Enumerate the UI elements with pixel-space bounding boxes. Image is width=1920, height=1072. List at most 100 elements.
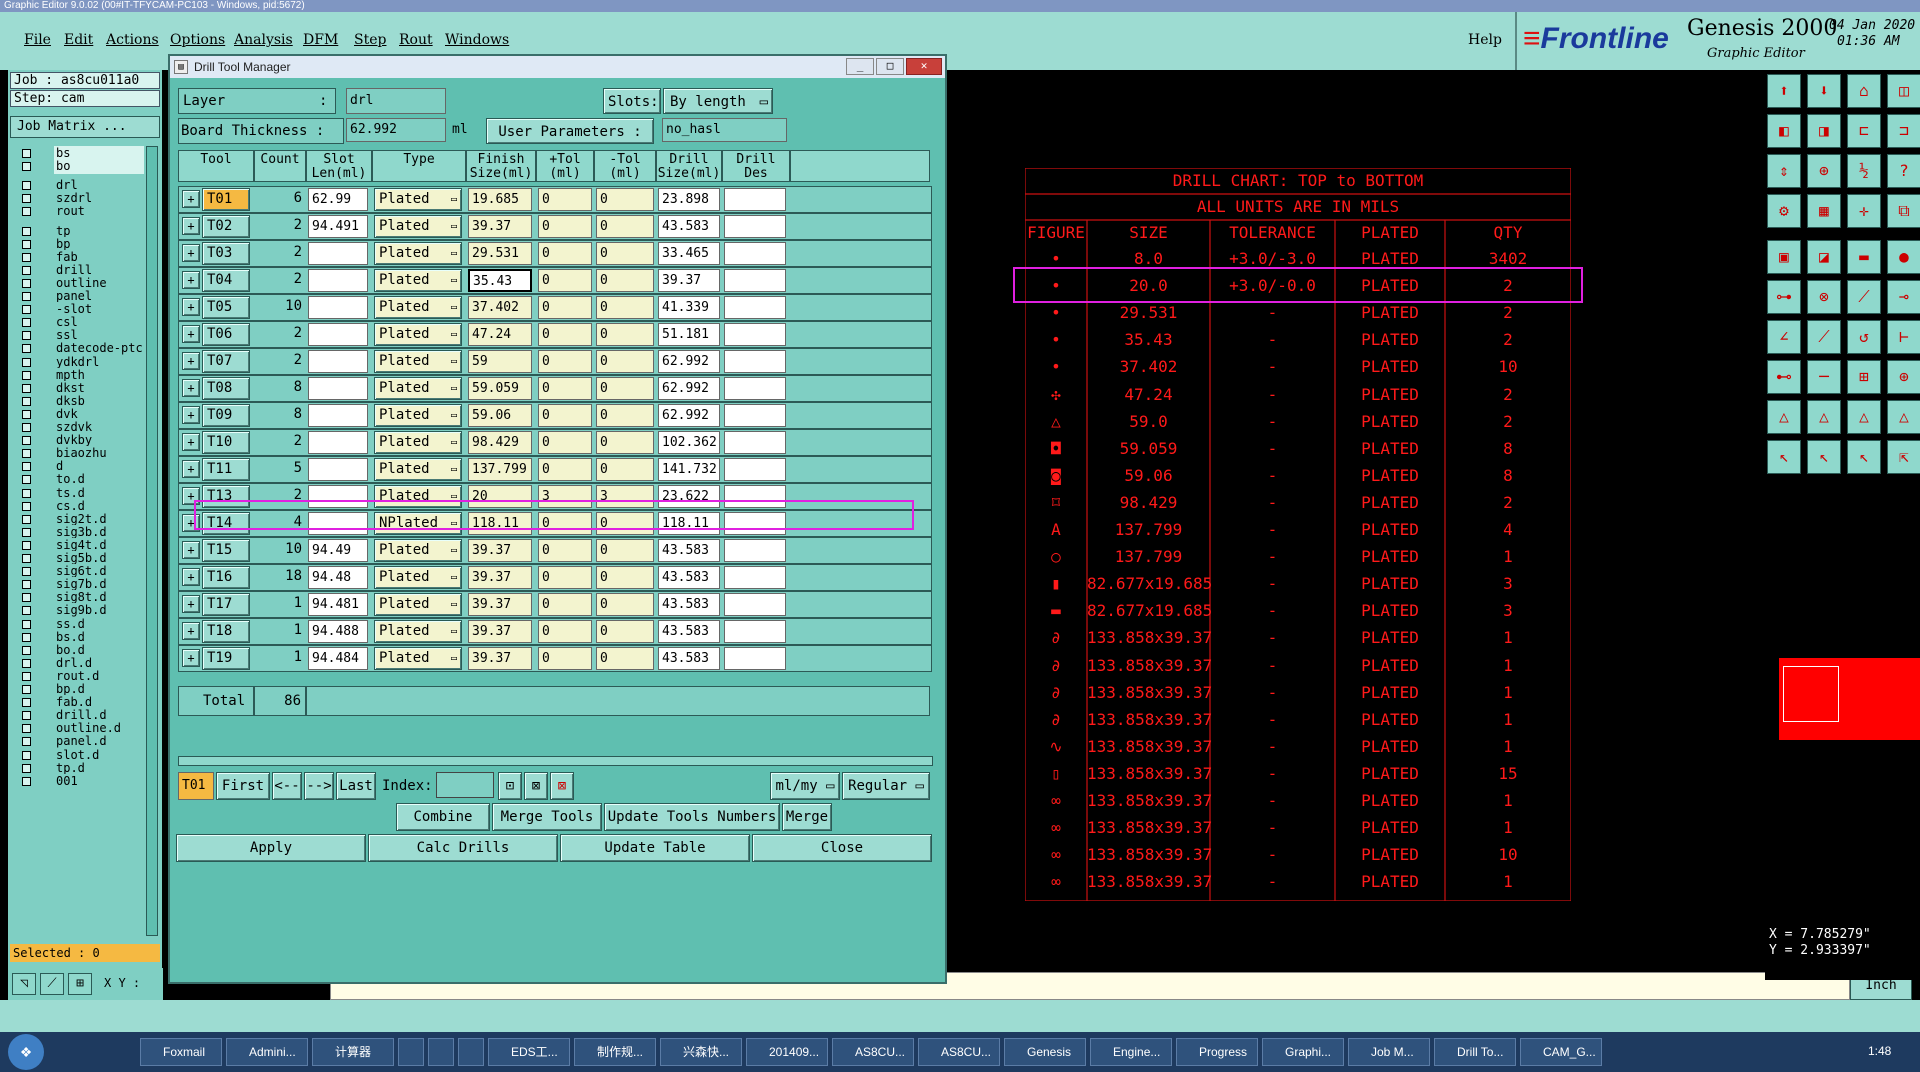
expand-icon[interactable]: +	[182, 622, 200, 640]
type-dropdown[interactable]: Plated ▭	[374, 377, 462, 400]
measure-icon[interactable]: ⟋	[40, 973, 64, 995]
taskbar-item[interactable]: AS8CU...	[832, 1038, 914, 1066]
layer-checkbox[interactable]	[22, 305, 31, 315]
tool-button-icon[interactable]: ▣	[1767, 240, 1801, 274]
minus-tol-field[interactable]: 0	[596, 647, 654, 670]
menu-actions[interactable]: Actions	[106, 32, 159, 48]
tool-button-icon[interactable]: ↖	[1767, 440, 1801, 474]
menu-file[interactable]: File	[24, 32, 51, 48]
slot-length-field[interactable]	[308, 404, 368, 427]
tool-button-icon[interactable]: ◫	[1887, 74, 1920, 108]
tool-button[interactable]: T19	[202, 647, 250, 670]
type-dropdown[interactable]: Plated ▭	[374, 539, 462, 562]
layer-checkbox[interactable]	[22, 645, 31, 655]
expand-icon[interactable]: +	[182, 271, 200, 289]
plus-tol-field[interactable]: 0	[538, 620, 592, 643]
layer-checkbox[interactable]	[22, 265, 31, 275]
layer-checkbox[interactable]	[22, 181, 31, 191]
layer-checkbox[interactable]	[22, 632, 31, 642]
layer-checkbox[interactable]	[22, 501, 31, 511]
expand-icon[interactable]: +	[182, 325, 200, 343]
drill-size-field[interactable]: 141.732	[658, 458, 720, 481]
type-dropdown[interactable]: Plated ▭	[374, 566, 462, 589]
last-button[interactable]: Last	[336, 772, 376, 800]
layer-checkbox[interactable]	[22, 567, 31, 577]
taskbar-item[interactable]: Drill To...	[1434, 1038, 1516, 1066]
plus-tol-field[interactable]: 0	[538, 215, 592, 238]
drill-size-field[interactable]: 102.362	[658, 431, 720, 454]
layer-field[interactable]: drl	[346, 88, 446, 114]
drill-size-field[interactable]: 43.583	[658, 620, 720, 643]
drill-size-field[interactable]: 43.583	[658, 593, 720, 616]
tool-button-icon[interactable]: ⬆	[1767, 74, 1801, 108]
tool-button-icon[interactable]: ∠	[1767, 320, 1801, 354]
drill-size-field[interactable]: 43.583	[658, 647, 720, 670]
tool-button-icon[interactable]: ⊶	[1767, 280, 1801, 314]
plus-tol-field[interactable]: 0	[538, 269, 592, 292]
type-dropdown[interactable]: Plated ▭	[374, 620, 462, 643]
merge-button[interactable]: Merge	[782, 803, 832, 831]
expand-icon[interactable]: +	[182, 406, 200, 424]
plus-tol-field[interactable]: 0	[538, 242, 592, 265]
tool-button-icon[interactable]: △	[1807, 400, 1841, 434]
layer-checkbox[interactable]	[22, 370, 31, 380]
plus-tol-field[interactable]: 0	[538, 296, 592, 319]
taskbar-item[interactable]: 201409...	[746, 1038, 828, 1066]
slot-length-field[interactable]: 94.49	[308, 539, 368, 562]
menu-help[interactable]: Help	[1468, 32, 1502, 48]
finish-size-field[interactable]: 137.799	[468, 458, 532, 481]
index-input[interactable]	[436, 772, 494, 798]
menu-edit[interactable]: Edit	[64, 32, 93, 48]
tool-button[interactable]: T05	[202, 296, 250, 319]
minus-tol-field[interactable]: 0	[596, 404, 654, 427]
tool-button-icon[interactable]: ⊗	[1807, 280, 1841, 314]
tool-button-icon[interactable]: ⊢	[1887, 320, 1920, 354]
zoom-icon[interactable]: ◹	[12, 973, 36, 995]
job-matrix-button[interactable]: Job Matrix ...	[10, 116, 160, 138]
plus-tol-field[interactable]: 0	[538, 323, 592, 346]
layer-checkbox[interactable]	[22, 527, 31, 537]
calc-drills-button[interactable]: Calc Drills	[368, 834, 558, 862]
tool-button-icon[interactable]: ✛	[1847, 194, 1881, 228]
minus-tol-field[interactable]: 0	[596, 188, 654, 211]
expand-icon[interactable]: +	[182, 352, 200, 370]
layer-checkbox[interactable]	[22, 449, 31, 459]
layer-checkbox[interactable]	[22, 383, 31, 393]
plus-tol-field[interactable]: 0	[538, 431, 592, 454]
tool-button-icon[interactable]: ●	[1887, 240, 1920, 274]
layer-checkbox[interactable]	[22, 580, 31, 590]
slot-length-field[interactable]: 94.481	[308, 593, 368, 616]
minus-tol-field[interactable]: 0	[596, 539, 654, 562]
maximize-icon[interactable]: □	[876, 58, 904, 75]
layer-scrollbar[interactable]	[146, 146, 158, 936]
tool-button[interactable]: T02	[202, 215, 250, 238]
minus-tol-field[interactable]: 0	[596, 296, 654, 319]
layer-checkbox[interactable]	[22, 606, 31, 616]
layer-row[interactable]: 001	[12, 773, 166, 789]
layer-checkbox[interactable]	[22, 436, 31, 446]
drill-des-field[interactable]	[724, 404, 786, 427]
tool-button-icon[interactable]: △	[1767, 400, 1801, 434]
type-dropdown[interactable]: Plated ▭	[374, 188, 462, 211]
expand-icon[interactable]: +	[182, 541, 200, 559]
tool-button-icon[interactable]: ↖	[1847, 440, 1881, 474]
menu-options[interactable]: Options	[170, 32, 225, 48]
finish-size-field[interactable]: 47.24	[468, 323, 532, 346]
update-table-button[interactable]: Update Table	[560, 834, 750, 862]
finish-size-field[interactable]: 39.37	[468, 647, 532, 670]
layer-checkbox[interactable]	[22, 685, 31, 694]
layer-checkbox[interactable]	[22, 162, 31, 172]
tool-button[interactable]: T03	[202, 242, 250, 265]
type-dropdown[interactable]: Plated ▭	[374, 647, 462, 670]
slot-length-field[interactable]	[308, 269, 368, 292]
layer-checkbox[interactable]	[22, 711, 31, 721]
type-dropdown[interactable]: Plated ▭	[374, 404, 462, 427]
menu-step[interactable]: Step	[354, 32, 386, 48]
tool-button-icon[interactable]: ↺	[1847, 320, 1881, 354]
tool-button-icon[interactable]: ⇕	[1767, 154, 1801, 188]
taskbar-item[interactable]: Genesis	[1004, 1038, 1086, 1066]
finish-size-field[interactable]: 37.402	[468, 296, 532, 319]
tool-button[interactable]: T15	[202, 539, 250, 562]
drill-size-field[interactable]: 62.992	[658, 350, 720, 373]
drill-des-field[interactable]	[724, 323, 786, 346]
